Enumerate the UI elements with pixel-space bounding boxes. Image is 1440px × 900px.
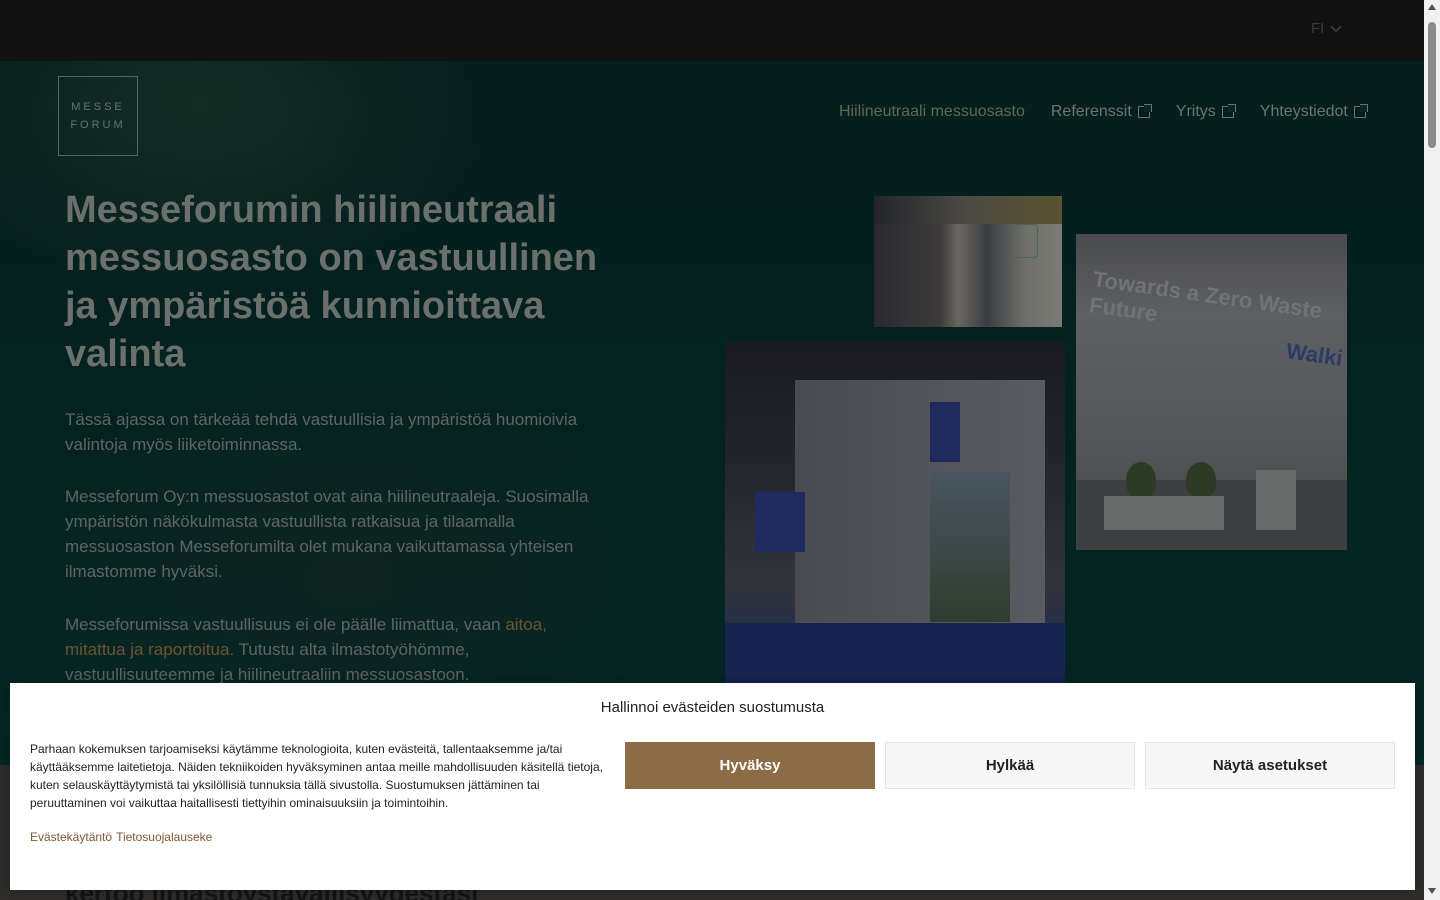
photo-beam [874, 196, 1062, 224]
booth-photo-1 [874, 196, 1062, 327]
logo-line-2: FORUM [70, 119, 126, 131]
cookie-policy-link[interactable]: Evästekäytäntö [30, 830, 112, 844]
photo-floor [725, 623, 1065, 683]
external-link-icon [1353, 104, 1368, 118]
planter-box [1104, 496, 1224, 530]
nav-item-label: Hiilineutraali messuosasto [839, 103, 1025, 120]
logo-line-1: MESSE [71, 101, 125, 113]
nav-item-yhteystiedot[interactable]: Yhteystiedot [1259, 103, 1368, 121]
page-scrollbar[interactable] [1424, 0, 1440, 900]
main-nav: Hiilineutraali messuosasto Referenssit Y… [839, 103, 1368, 121]
external-link-icon [1137, 104, 1152, 118]
booth-panel [930, 402, 960, 462]
nav-item-referenssit[interactable]: Referenssit [1050, 103, 1152, 121]
nav-item-label: Yritys [1175, 103, 1216, 120]
scroll-up-icon[interactable] [1428, 4, 1436, 10]
hero-paragraph-3: Messeforumissa vastuullisuus ei ole pääl… [65, 612, 605, 687]
privacy-policy-link[interactable]: Tietosuojalauseke [116, 830, 212, 844]
accept-button[interactable]: Hyväksy [625, 742, 875, 789]
plant-icon [1186, 462, 1216, 498]
eco-badge-icon [1012, 224, 1038, 258]
nav-item-hiilineutraali[interactable]: Hiilineutraali messuosasto [839, 103, 1025, 121]
nav-item-label: Referenssit [1050, 103, 1132, 120]
display-case [1256, 470, 1296, 530]
language-selector[interactable]: FI [1311, 20, 1343, 37]
top-bar: FI [0, 0, 1424, 61]
plant-icon [1126, 462, 1156, 498]
cookie-consent-dialog: Hallinnoi evästeiden suostumusta Parhaan… [10, 683, 1415, 890]
hero-paragraph-2: Messeforum Oy:n messuosastot ovat aina h… [65, 487, 589, 581]
paragraph-text: Messeforumissa vastuullisuus ei ole pääl… [65, 615, 506, 634]
booth-panel [755, 492, 805, 552]
nav-item-yritys[interactable]: Yritys [1175, 103, 1236, 121]
booth-photo-2: Towards a Zero Waste Future Walki [1076, 234, 1347, 550]
scrollbar-thumb[interactable] [1428, 22, 1436, 148]
chevron-down-icon [1330, 20, 1343, 33]
hero-paragraph-1: Tässä ajassa on tärkeää tehdä vastuullis… [65, 410, 578, 454]
show-settings-button[interactable]: Näytä asetukset [1145, 742, 1395, 789]
external-link-icon [1221, 104, 1236, 118]
booth-forest-image [930, 472, 1010, 622]
page-title: Messeforumin hiilineutraali messuosasto … [65, 189, 598, 375]
booth-photo-3 [725, 342, 1065, 683]
language-label: FI [1311, 20, 1325, 37]
scroll-down-icon[interactable] [1428, 888, 1436, 894]
cookie-links: Evästekäytäntö Tietosuojalauseke [30, 830, 212, 844]
cookie-title: Hallinnoi evästeiden suostumusta [600, 699, 825, 716]
nav-item-label: Yhteystiedot [1259, 103, 1348, 120]
cookie-description: Parhaan kokemuksen tarjoamiseksi käytämm… [30, 742, 603, 810]
reject-button[interactable]: Hylkää [885, 742, 1135, 789]
site-logo[interactable]: MESSE FORUM [58, 76, 138, 156]
